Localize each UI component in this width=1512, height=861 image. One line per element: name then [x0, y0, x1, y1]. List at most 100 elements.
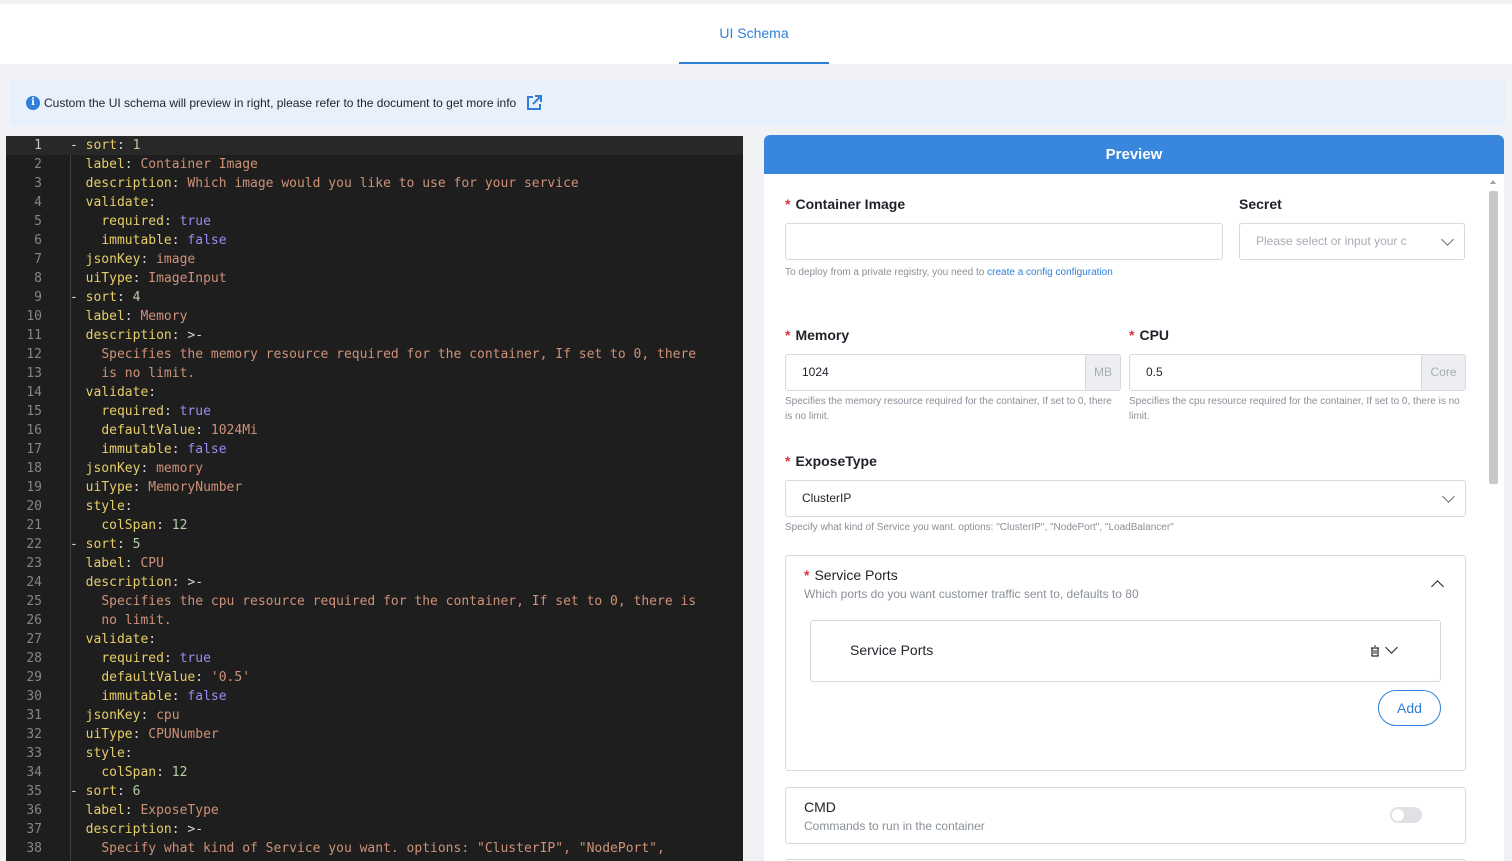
- line-number: 16: [26, 423, 42, 438]
- service-port-item: Service Ports: [810, 620, 1441, 682]
- create-config-link[interactable]: create a config configuration: [987, 267, 1113, 278]
- cpu-help: Specifies the cpu resource required for …: [1129, 396, 1460, 422]
- line-number: 23: [26, 556, 42, 571]
- code-line[interactable]: 26 no limit.: [6, 611, 743, 630]
- chevron-down-icon: [1441, 233, 1454, 246]
- code-line[interactable]: 8 uiType: ImageInput: [6, 269, 743, 288]
- expose-type-select[interactable]: ClusterIP: [785, 480, 1466, 517]
- line-number: 28: [26, 651, 42, 666]
- code-line[interactable]: 10 label: Memory: [6, 307, 743, 326]
- code-line[interactable]: 3 description: Which image would you lik…: [6, 174, 743, 193]
- scroll-thumb[interactable]: [1489, 191, 1498, 484]
- code-line[interactable]: 11 description: >-: [6, 326, 743, 345]
- code-text: Specify what kind of Service you want. o…: [101, 841, 665, 856]
- code-line[interactable]: 1 - sort: 1: [6, 136, 743, 155]
- code-text: required: true: [101, 404, 211, 419]
- code-line[interactable]: 23 label: CPU: [6, 554, 743, 573]
- chevron-up-icon[interactable]: [1431, 580, 1444, 593]
- code-text: - sort: 1: [70, 138, 141, 153]
- code-text: jsonKey: image: [85, 252, 196, 267]
- code-line[interactable]: 12 Specifies the memory resource require…: [6, 345, 743, 364]
- line-number: 36: [26, 803, 42, 818]
- code-line[interactable]: 27 validate:: [6, 630, 743, 649]
- code-line[interactable]: 6 immutable: false: [6, 231, 743, 250]
- yaml-code-editor[interactable]: 1- sort: 12 label: Container Image 3 desc…: [6, 136, 743, 861]
- secret-select[interactable]: Please select or input your c: [1239, 223, 1465, 260]
- code-line[interactable]: 5 required: true: [6, 212, 743, 231]
- line-number: 13: [26, 366, 42, 381]
- memory-input[interactable]: 1024 MB: [785, 354, 1121, 391]
- code-text: description: Which image would you like …: [85, 176, 579, 191]
- code-line[interactable]: 38 Specify what kind of Service you want…: [6, 839, 743, 858]
- code-line[interactable]: 32 uiType: CPUNumber: [6, 725, 743, 744]
- code-line[interactable]: 31 jsonKey: cpu: [6, 706, 743, 725]
- code-text: jsonKey: cpu: [85, 708, 180, 723]
- code-line[interactable]: 30 immutable: false: [6, 687, 743, 706]
- code-text: style:: [85, 746, 133, 761]
- chevron-down-icon[interactable]: [1385, 641, 1398, 654]
- code-line[interactable]: 13 is no limit.: [6, 364, 743, 383]
- code-line[interactable]: 19 uiType: MemoryNumber: [6, 478, 743, 497]
- code-line[interactable]: 21 colSpan: 12: [6, 516, 743, 535]
- line-number: 3: [34, 176, 42, 191]
- preview-panel: Preview * Container Image To deploy from …: [764, 135, 1504, 861]
- line-number: 10: [26, 309, 42, 324]
- code-line[interactable]: 14 validate:: [6, 383, 743, 402]
- preview-scrollbar[interactable]: [1487, 174, 1499, 861]
- code-line[interactable]: 34 colSpan: 12: [6, 763, 743, 782]
- code-line[interactable]: 33 style:: [6, 744, 743, 763]
- container-image-label: * Container Image: [785, 196, 906, 212]
- service-ports-card: * Service Ports Which ports do you want c…: [785, 555, 1466, 771]
- line-number: 19: [26, 480, 42, 495]
- preview-header: Preview: [764, 135, 1504, 174]
- code-text: jsonKey: memory: [85, 461, 204, 476]
- add-service-port-button[interactable]: Add: [1378, 690, 1441, 726]
- cpu-input[interactable]: 0.5 Core: [1129, 354, 1466, 391]
- required-marker: *: [785, 327, 791, 343]
- line-number: 22: [26, 537, 42, 552]
- code-text: required: true: [101, 651, 211, 666]
- code-text: - sort: 5: [70, 537, 141, 552]
- expose-type-help: Specify what kind of Service you want. o…: [785, 522, 1174, 533]
- code-text: description: >-: [85, 575, 204, 590]
- code-line[interactable]: 2 label: Container Image: [6, 155, 743, 174]
- cmd-card: CMD Commands to run in the container: [785, 787, 1466, 844]
- tab-ui-schema[interactable]: UI Schema: [679, 4, 829, 64]
- code-text: Specifies the memory resource required f…: [101, 347, 697, 362]
- required-marker: *: [785, 196, 791, 212]
- code-line[interactable]: 24 description: >-: [6, 573, 743, 592]
- code-text: immutable: false: [101, 233, 227, 248]
- container-image-help: To deploy from a private registry, you n…: [785, 267, 1113, 278]
- code-line[interactable]: 18 jsonKey: memory: [6, 459, 743, 478]
- code-line[interactable]: 35 - sort: 6: [6, 782, 743, 801]
- trash-icon[interactable]: [1370, 645, 1380, 657]
- code-line[interactable]: 17 immutable: false: [6, 440, 743, 459]
- line-number: 26: [26, 613, 42, 628]
- container-image-input[interactable]: [785, 223, 1223, 260]
- line-number: 31: [26, 708, 42, 723]
- line-number: 2: [34, 157, 42, 172]
- code-line[interactable]: 22 - sort: 5: [6, 535, 743, 554]
- cmd-toggle[interactable]: [1390, 807, 1422, 823]
- code-line[interactable]: 37 description: >-: [6, 820, 743, 839]
- code-line[interactable]: 16 defaultValue: 1024Mi: [6, 421, 743, 440]
- code-text: colSpan: 12: [101, 518, 188, 533]
- code-text: uiType: CPUNumber: [85, 727, 219, 742]
- code-text: uiType: MemoryNumber: [85, 480, 243, 495]
- code-line[interactable]: 9 - sort: 4: [6, 288, 743, 307]
- external-link-icon[interactable]: [525, 94, 543, 112]
- scroll-up-arrow-icon[interactable]: [1490, 180, 1496, 184]
- code-line[interactable]: 36 label: ExposeType: [6, 801, 743, 820]
- code-line[interactable]: 28 required: true: [6, 649, 743, 668]
- line-number: 34: [26, 765, 42, 780]
- code-line[interactable]: 4 validate:: [6, 193, 743, 212]
- code-line[interactable]: 25 Specifies the cpu resource required f…: [6, 592, 743, 611]
- code-line[interactable]: 15 required: true: [6, 402, 743, 421]
- code-line[interactable]: 20 style:: [6, 497, 743, 516]
- code-line[interactable]: 7 jsonKey: image: [6, 250, 743, 269]
- line-number: 24: [26, 575, 42, 590]
- code-line[interactable]: 29 defaultValue: '0.5': [6, 668, 743, 687]
- code-text: immutable: false: [101, 689, 227, 704]
- line-number: 25: [26, 594, 42, 609]
- line-number: 17: [26, 442, 42, 457]
